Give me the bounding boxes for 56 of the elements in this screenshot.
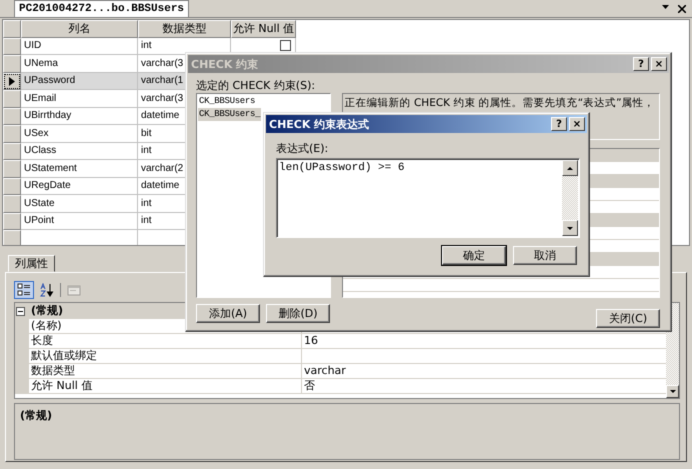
property-value: 否 [304,378,315,393]
table-cell: UClass [21,142,138,160]
table-cell: URegDate [21,178,138,195]
table-cell: UEmail [21,90,138,108]
field-label: 表达式(E): [276,141,328,154]
sort-icon [40,282,54,296]
property-name: 默认值或绑定 [31,348,97,363]
scroll-down-icon[interactable] [668,388,676,395]
close-icon[interactable] [678,4,686,12]
property-name: 数据类型 [31,363,75,378]
property-row[interactable]: 默认值或绑定 [15,348,666,363]
document-tab[interactable]: PC201004272...bo.BBSUsers [14,0,190,17]
table-cell: UBirrthday [21,108,138,125]
property-value: varchar [304,364,346,377]
close-button[interactable]: × [569,117,585,131]
row-pointer-icon [9,76,15,86]
categorized-icon [17,282,31,296]
table-cell: UID [21,38,138,55]
close-button[interactable]: × [651,57,667,71]
table-cell: UStatement [21,160,138,178]
dialog-button[interactable]: 确定 [442,246,506,265]
property-name: 长度 [31,333,53,348]
dialog-button[interactable]: 取消 [513,246,577,265]
help-button[interactable]: ? [633,57,649,71]
table-cell: UPoint [21,212,138,230]
collapse-icon[interactable] [16,306,25,316]
column-header[interactable]: 允许 Null 值 [231,20,296,38]
property-pages-icon [67,282,81,296]
dialog-title: CHECK 约束表达式 [269,116,370,132]
dialog-button[interactable]: 添加(A) [196,304,260,323]
toolbar-button[interactable] [14,280,34,298]
row-header[interactable] [3,72,21,90]
scroll-down-icon[interactable] [566,224,574,232]
property-name: 允许 Null 值 [31,378,92,393]
property-row[interactable]: 允许 Null 值 否 [15,378,666,393]
table-cell: UState [21,195,138,212]
list-item[interactable]: CK_BBSUsers_ [198,108,262,121]
table-cell: USex [21,125,138,142]
column-header[interactable]: 列名 [21,20,138,38]
scroll-up-icon[interactable] [566,164,574,172]
dialog-button[interactable]: 删除(D) [266,304,330,323]
category-label: (常规) [31,303,64,318]
property-row[interactable]: 数据类型 varchar [15,363,666,378]
property-value: 16 [304,334,318,347]
column-header[interactable]: 数据类型 [138,20,231,38]
help-button[interactable]: ? [551,117,567,131]
checkbox[interactable] [280,40,291,52]
info-text: 正在编辑新的 CHECK 约束 的属性。需要先填充“表达式”属性， [344,97,655,109]
close-button[interactable]: 关闭(C) [596,309,660,328]
table-cell: UPassword [21,72,138,90]
property-row[interactable]: 长度 16 [15,333,666,348]
description-text: (常规) [20,409,52,422]
scrollbar[interactable] [562,160,578,236]
dropdown-icon[interactable] [662,4,669,8]
property-name: (名称) [31,318,62,333]
panel-tab[interactable]: 列属性 [8,255,55,272]
